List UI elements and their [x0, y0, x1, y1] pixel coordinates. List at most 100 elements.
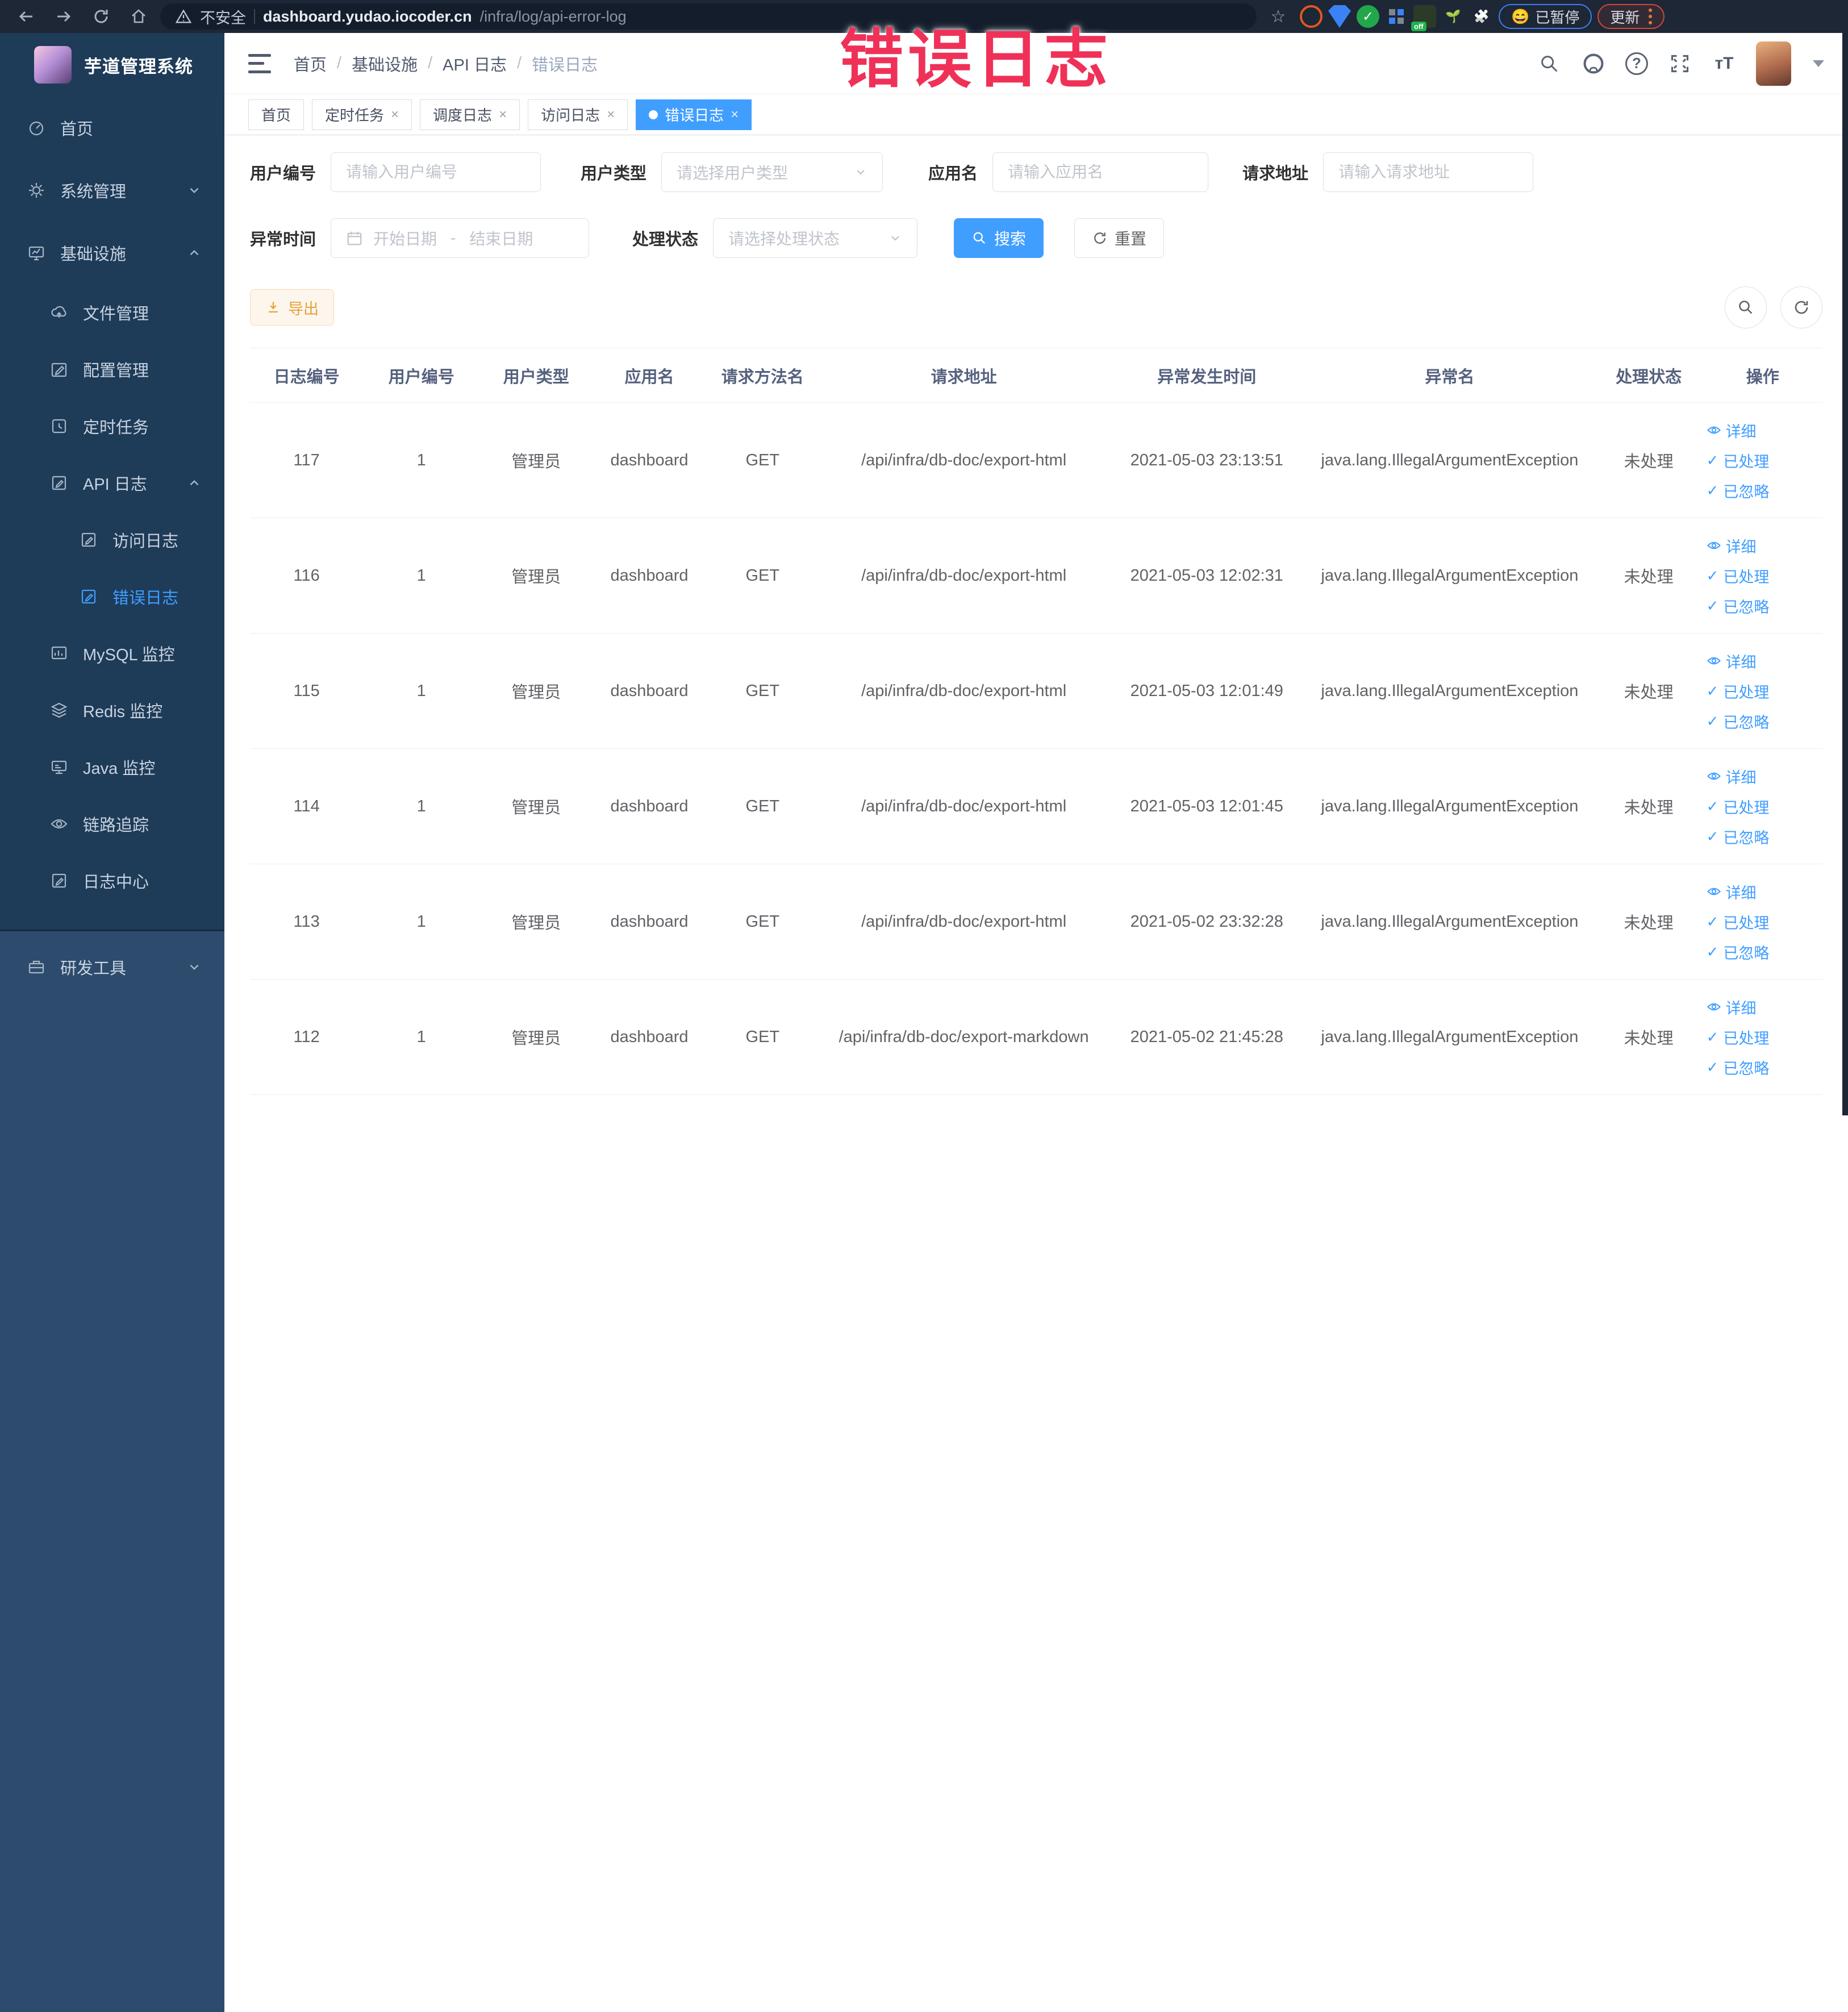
- off-badge: off: [1411, 22, 1426, 31]
- extension-orange-icon[interactable]: [1300, 5, 1323, 28]
- exception-time-label: 异常时间: [250, 231, 316, 249]
- sidebar-item-mysql-monitor[interactable]: MySQL 监控: [0, 625, 224, 682]
- sidebar-item-api-logs[interactable]: API 日志: [0, 455, 224, 511]
- sidebar-item-error-log[interactable]: 错误日志: [0, 568, 224, 625]
- chevron-up-icon: [190, 250, 199, 256]
- tab-access-log[interactable]: 访问日志 ×: [528, 99, 628, 130]
- sidebar-item-scheduled-tasks[interactable]: 定时任务: [0, 398, 224, 455]
- tab-error-log[interactable]: 错误日志 ×: [636, 99, 752, 130]
- github-link-button[interactable]: [1581, 51, 1606, 76]
- user-avatar[interactable]: [1756, 41, 1791, 86]
- reset-button[interactable]: 重置: [1074, 218, 1165, 258]
- detail-link[interactable]: 详细: [1707, 650, 1757, 672]
- process-status-select[interactable]: 请选择处理状态: [713, 218, 918, 258]
- table-row: 115 1 管理员 dashboard GET /api/infra/db-do…: [250, 633, 1822, 749]
- export-button[interactable]: 导出: [250, 289, 334, 326]
- check-icon: ✓: [1706, 682, 1719, 699]
- mark-ignored-link[interactable]: ✓ 已忽略: [1707, 480, 1770, 502]
- mark-processed-link[interactable]: ✓ 已处理: [1707, 565, 1770, 587]
- detail-link[interactable]: 详细: [1707, 881, 1757, 903]
- extension-check-icon[interactable]: ✓: [1357, 5, 1379, 28]
- app-logo-row[interactable]: 芋道管理系统: [0, 33, 224, 97]
- close-icon[interactable]: ×: [731, 107, 739, 122]
- document-edit-icon: [52, 873, 66, 888]
- bookmark-star-button[interactable]: ☆: [1262, 4, 1294, 29]
- cell-log-id: 112: [250, 979, 364, 1095]
- user-type-select[interactable]: 请选择用户类型: [661, 152, 883, 192]
- mark-ignored-link[interactable]: ✓ 已忽略: [1707, 710, 1770, 732]
- cell-status: 未处理: [1594, 979, 1703, 1095]
- breadcrumb-item[interactable]: 基础设施: [352, 52, 418, 76]
- mark-processed-link[interactable]: ✓ 已处理: [1707, 449, 1770, 472]
- briefcase-icon: [28, 960, 44, 974]
- user-id-input[interactable]: [331, 152, 541, 192]
- close-icon[interactable]: ×: [607, 107, 615, 122]
- breadcrumb-item[interactable]: API 日志: [443, 52, 507, 76]
- check-icon: ✓: [1706, 913, 1719, 930]
- sidebar-item-access-log[interactable]: 访问日志: [0, 511, 224, 568]
- row-actions: 详细 ✓ 已处理 ✓ 已忽略: [1703, 650, 1822, 732]
- sidebar-item-home[interactable]: 首页: [0, 97, 224, 159]
- detail-link[interactable]: 详细: [1707, 535, 1757, 557]
- browser-back-button[interactable]: [10, 4, 42, 29]
- sidebar-item-dev-tools[interactable]: 研发工具: [0, 936, 224, 998]
- avatar-caret-icon[interactable]: [1813, 60, 1824, 67]
- browser-reload-button[interactable]: [85, 4, 117, 29]
- sidebar-item-redis-monitor[interactable]: Redis 监控: [0, 682, 224, 739]
- detail-link[interactable]: 详细: [1707, 996, 1757, 1018]
- sidebar-item-file-management[interactable]: 文件管理: [0, 284, 224, 341]
- sidebar-item-infrastructure[interactable]: 基础设施: [0, 222, 224, 284]
- refresh-table-button[interactable]: [1780, 286, 1822, 328]
- back-arrow-icon: [19, 11, 32, 22]
- mark-ignored-link[interactable]: ✓ 已忽略: [1707, 826, 1770, 848]
- sidebar-item-log-center[interactable]: 日志中心: [0, 852, 224, 909]
- extension-sprout-icon[interactable]: 🌱: [1442, 5, 1465, 28]
- cell-time: 2021-05-02 23:32:28: [1108, 864, 1305, 980]
- sidebar-item-java-monitor[interactable]: Java 监控: [0, 739, 224, 795]
- app-name-input[interactable]: [992, 152, 1209, 192]
- sidebar-item-system-management[interactable]: 系统管理: [0, 159, 224, 222]
- sidebar-item-config-management[interactable]: 配置管理: [0, 341, 224, 398]
- request-url-input[interactable]: [1323, 152, 1534, 192]
- extension-grid-icon[interactable]: [1385, 5, 1408, 28]
- mark-processed-link[interactable]: ✓ 已处理: [1707, 911, 1770, 933]
- collapse-sidebar-button[interactable]: [248, 53, 271, 73]
- cell-method: GET: [706, 864, 819, 980]
- sidebar-item-trace[interactable]: 链路追踪: [0, 795, 224, 852]
- breadcrumb-item[interactable]: 首页: [294, 52, 327, 76]
- address-divider: [254, 9, 255, 24]
- user-id-label: 用户编号: [250, 165, 316, 183]
- mark-processed-link[interactable]: ✓ 已处理: [1707, 680, 1770, 702]
- detail-link[interactable]: 详细: [1707, 419, 1757, 441]
- mark-processed-link[interactable]: ✓ 已处理: [1707, 1026, 1770, 1048]
- browser-forward-button[interactable]: [48, 4, 80, 29]
- extension-gem-icon[interactable]: [1328, 5, 1351, 28]
- mark-processed-link[interactable]: ✓ 已处理: [1707, 795, 1770, 818]
- help-button[interactable]: ?: [1625, 52, 1648, 75]
- mark-ignored-link[interactable]: ✓ 已忽略: [1707, 595, 1770, 617]
- close-icon[interactable]: ×: [499, 107, 507, 122]
- browser-home-button[interactable]: [123, 4, 155, 29]
- detail-link[interactable]: 详细: [1707, 765, 1757, 788]
- close-icon[interactable]: ×: [391, 107, 399, 122]
- cell-method: GET: [706, 518, 819, 634]
- cell-app-name: dashboard: [593, 402, 706, 518]
- calendar-icon: [347, 231, 362, 245]
- tab-home[interactable]: 首页: [248, 99, 304, 130]
- search-button[interactable]: 搜索: [954, 218, 1044, 258]
- font-size-button[interactable]: тT: [1712, 51, 1737, 76]
- extension-switch-icon[interactable]: off: [1411, 5, 1436, 31]
- cell-log-id: 113: [250, 864, 364, 980]
- window-scrollbar-edge[interactable]: [1842, 33, 1848, 1115]
- extensions-puzzle-button[interactable]: 🧩: [1470, 5, 1493, 28]
- header-search-button[interactable]: [1537, 51, 1562, 76]
- profile-paused-pill[interactable]: 😄 已暂停: [1499, 4, 1592, 29]
- tab-scheduled-tasks[interactable]: 定时任务 ×: [312, 99, 412, 130]
- toggle-search-button[interactable]: [1725, 286, 1767, 328]
- tab-schedule-log[interactable]: 调度日志 ×: [420, 99, 520, 130]
- exception-time-range-picker[interactable]: 开始日期 - 结束日期: [331, 218, 590, 258]
- fullscreen-button[interactable]: [1667, 51, 1692, 76]
- mark-ignored-link[interactable]: ✓ 已忽略: [1707, 1056, 1770, 1078]
- browser-update-button[interactable]: 更新: [1597, 4, 1665, 29]
- mark-ignored-link[interactable]: ✓ 已忽略: [1707, 941, 1770, 963]
